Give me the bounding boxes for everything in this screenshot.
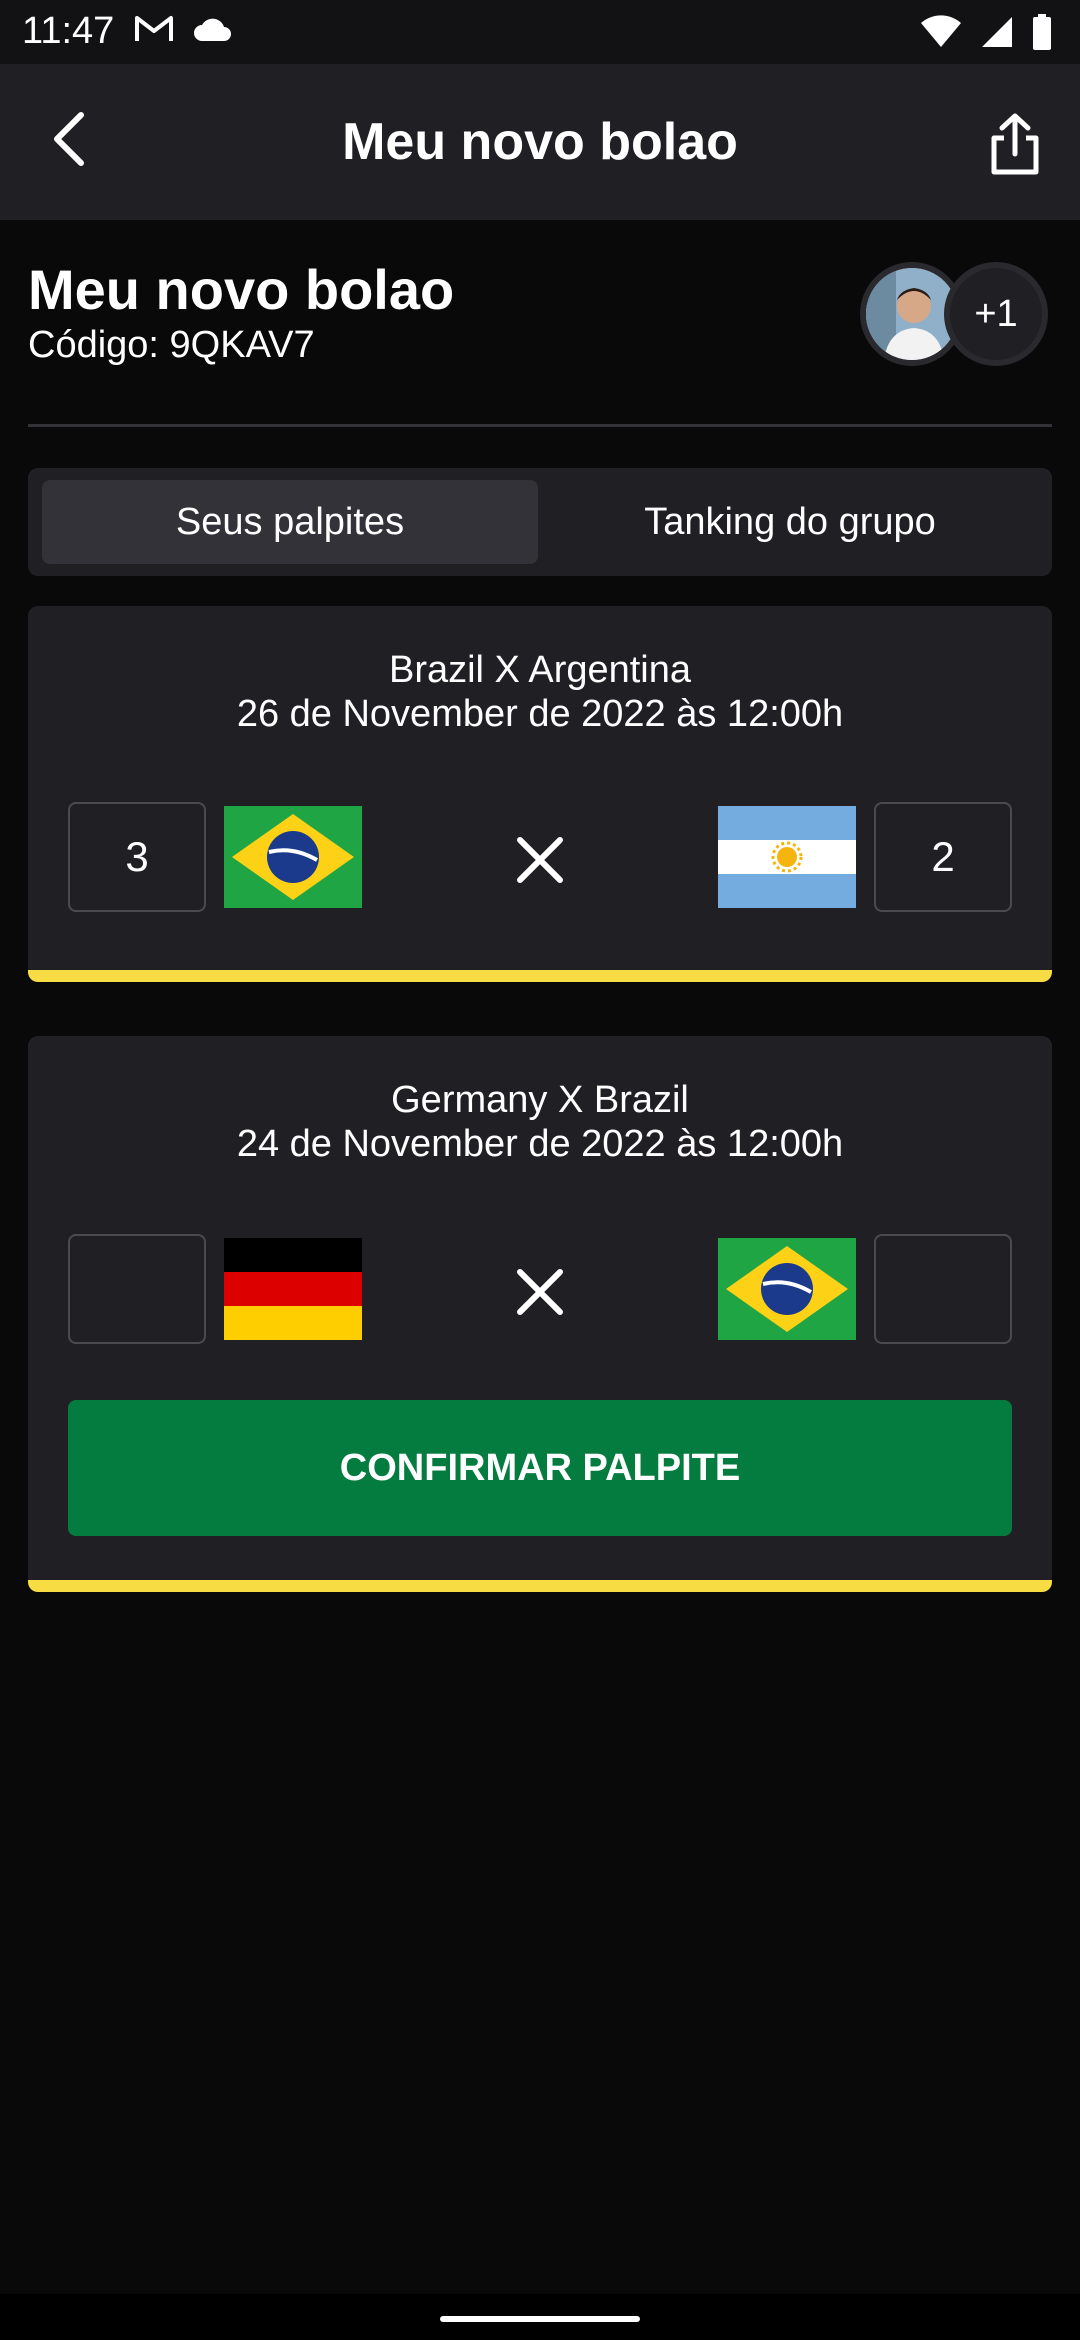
wifi-icon [921, 15, 961, 47]
app-header: Meu novo bolao [0, 64, 1080, 220]
header-title: Meu novo bolao [342, 113, 738, 171]
home-score-input[interactable] [68, 1234, 206, 1344]
status-time: 11:47 [22, 10, 115, 52]
versus-x-icon [517, 837, 563, 883]
versus-x-icon [517, 1269, 563, 1315]
germany-flag-icon [224, 1238, 362, 1340]
pool-name: Meu novo bolao [28, 258, 455, 321]
match-card: Germany X Brazil 24 de November de 2022 … [28, 1036, 1052, 1592]
status-right-icons [920, 14, 1052, 50]
match-card: Brazil X Argentina 26 de November de 202… [28, 606, 1052, 982]
signal-icon [982, 17, 1012, 47]
participants-avatars[interactable]: +1 [860, 262, 1050, 368]
share-icon [991, 113, 1039, 175]
match-title: Brazil X Argentina [388, 649, 692, 691]
status-bar: 11:47 [0, 0, 1080, 64]
tab-seus-palpites[interactable]: Seus palpites [42, 480, 538, 564]
match-date: 24 de November de 2022 às 12:00h [236, 1123, 844, 1165]
match-date: 26 de November de 2022 às 12:00h [236, 693, 844, 735]
gmail-icon [135, 16, 173, 41]
status-left-icons [134, 14, 234, 44]
cloud-icon [194, 18, 231, 41]
divider [28, 424, 1052, 427]
tabs: Seus palpites Tanking do grupo [28, 468, 1052, 576]
share-button[interactable] [980, 106, 1050, 182]
home-score-input[interactable] [68, 802, 206, 912]
battery-icon [1033, 14, 1051, 50]
away-score-input[interactable] [874, 1234, 1012, 1344]
tab-ranking-do-grupo[interactable]: Tanking do grupo [542, 480, 1038, 564]
brazil-flag-icon [224, 806, 362, 908]
brazil-flag-icon [718, 1238, 856, 1340]
home-indicator[interactable] [440, 2316, 640, 2322]
argentina-flag-icon [718, 806, 856, 908]
confirm-guess-button[interactable]: CONFIRMAR PALPITE [68, 1400, 1012, 1536]
match-title: Germany X Brazil [391, 1079, 689, 1121]
away-score-input[interactable] [874, 802, 1012, 912]
pool-code: Código: 9QKAV7 [28, 324, 315, 366]
more-participants-badge: +1 [944, 262, 1048, 366]
